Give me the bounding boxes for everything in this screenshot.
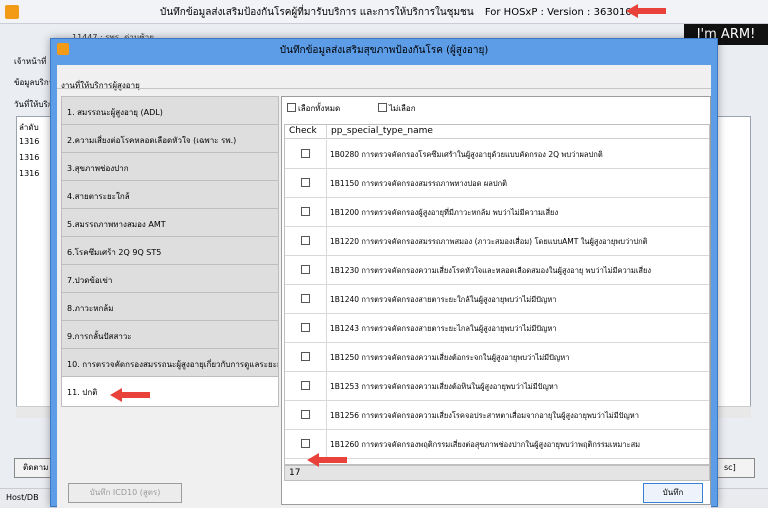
row-check-cell	[285, 285, 327, 313]
row-check-cell	[285, 198, 327, 226]
select-all-label: เลือกทั้งหมด	[298, 104, 341, 113]
row-check-cell	[285, 343, 327, 371]
header-type-name[interactable]: pp_special_type_name	[331, 126, 433, 136]
row-name: 1B1253 การตรวจคัดกรองความเสี่ยงต้อหินในผ…	[330, 382, 558, 391]
table-row[interactable]: 1B1243 การตรวจคัดกรองสายตาระยะไกลในผู้สู…	[285, 314, 709, 343]
table-row[interactable]: 1B1220 การตรวจคัดกรองสมรรถภาพสมอง (ภาวะส…	[285, 227, 709, 256]
table-row[interactable]: 1B1200 การตรวจคัดกรองผู้สูงอายุที่มีภาวะ…	[285, 198, 709, 227]
app-icon	[5, 5, 19, 19]
grid-header: Check pp_special_type_name	[285, 125, 709, 139]
row-checkbox[interactable]	[301, 178, 310, 187]
row-name: 1B1256 การตรวจคัดกรองความเสี่ยงโรคจอประส…	[330, 411, 639, 420]
table-row[interactable]: 1B1230 การตรวจคัดกรองความเสี่ยงโรคหัวใจแ…	[285, 256, 709, 285]
row-checkbox[interactable]	[301, 149, 310, 158]
status-text: Host/DB	[6, 493, 39, 502]
row-name: 1B1243 การตรวจคัดกรองสายตาระยะไกลในผู้สู…	[330, 324, 557, 333]
menu-item-fall-risk[interactable]: 8.ภาวะหกล้ม	[61, 292, 279, 321]
header-check[interactable]: Check	[289, 126, 317, 136]
service-menu: 1. สมรรถนะผู้สูงอายุ (ADL) 2.ความเสี่ยงต…	[61, 96, 279, 481]
row-name: 1B1150 การตรวจคัดกรองสมรรถภาพทางปอด ผลปก…	[330, 179, 508, 188]
row-count: 17	[289, 468, 301, 478]
version-text: For HOSxP : Version : 3630108	[484, 7, 639, 18]
escape-button[interactable]: sc]	[715, 458, 755, 478]
staff-label: เจ้าหน้าที่	[14, 57, 47, 66]
row-checkbox[interactable]	[301, 323, 310, 332]
table-row[interactable]: 1B1250 การตรวจคัดกรองความเสี่ยงต้อกระจกใ…	[285, 343, 709, 372]
row-check-cell	[285, 372, 327, 400]
main-grid-row[interactable]: 1316	[19, 169, 39, 178]
follow-up-button[interactable]: ติดตาม	[14, 458, 54, 478]
checkbox-icon	[378, 103, 387, 112]
row-checkbox[interactable]	[301, 294, 310, 303]
row-check-cell	[285, 401, 327, 429]
row-checkbox[interactable]	[301, 381, 310, 390]
menu-item-amt[interactable]: 5.สมรรถภาพทางสมอง AMT	[61, 208, 279, 237]
menu-item-long-term-care[interactable]: 10. การตรวจคัดกรองสมรรถนะผู้สูงอายุเกี่ย…	[61, 348, 279, 377]
row-name: 1B1240 การตรวจคัดกรองสายตาระยะใกล้ในผู้ส…	[330, 295, 557, 304]
row-name: 1B1260 การตรวจคัดกรองพฤติกรรมเสี่ยงต่อสุ…	[330, 440, 641, 449]
table-row[interactable]: 1B1150 การตรวจคัดกรองสมรรถภาพทางปอด ผลปก…	[285, 169, 709, 198]
menu-item-oral-health[interactable]: 3.สุขภาพช่องปาก	[61, 152, 279, 181]
main-grid-row[interactable]: 1316	[19, 153, 39, 162]
row-checkbox[interactable]	[301, 410, 310, 419]
menu-item-depression[interactable]: 6.โรคซึมเศร้า 2Q 9Q ST5	[61, 236, 279, 265]
header-divider	[326, 125, 327, 139]
group-caption: งานที่ให้บริการผู้สูงอายุ	[61, 81, 140, 90]
main-window-title: บันทึกข้อมูลส่งเสริมป้องกันโรคผู้ที่มารั…	[160, 5, 638, 20]
menu-item-adl[interactable]: 1. สมรรถนะผู้สูงอายุ (ADL)	[61, 96, 279, 125]
annotation-arrow-icon	[108, 386, 152, 404]
select-none-checkbox[interactable]: ไม่เลือก	[378, 102, 416, 115]
table-row[interactable]: 1B0280 การตรวจคัดกรองโรคซึมเศร้าในผู้สูง…	[285, 140, 709, 169]
main-title-text: บันทึกข้อมูลส่งเสริมป้องกันโรคผู้ที่มารั…	[160, 7, 474, 18]
checkbox-icon	[287, 103, 296, 112]
dialog-titlebar[interactable]: บันทึกข้อมูลส่งเสริมสุขภาพป้องกันโรค (ผู…	[51, 39, 717, 59]
elderly-health-dialog: บันทึกข้อมูลส่งเสริมสุขภาพป้องกันโรค (ผู…	[50, 38, 718, 508]
row-check-cell	[285, 256, 327, 284]
row-checkbox[interactable]	[301, 439, 310, 448]
main-grid-row[interactable]: 1316	[19, 137, 39, 146]
row-check-cell	[285, 227, 327, 255]
row-check-cell	[285, 314, 327, 342]
row-check-cell	[285, 140, 327, 168]
row-checkbox[interactable]	[301, 207, 310, 216]
select-all-checkbox[interactable]: เลือกทั้งหมด	[287, 102, 340, 115]
menu-item-cvd-risk[interactable]: 2.ความเสี่ยงต่อโรคหลอดเลือดหัวใจ (เฉพาะ …	[61, 124, 279, 153]
row-name: 1B1250 การตรวจคัดกรองความเสี่ยงต้อกระจกใ…	[330, 353, 570, 362]
dialog-body: งานที่ให้บริการผู้สูงอายุ 1. สมรรถนะผู้ส…	[57, 65, 711, 508]
row-name: 1B1230 การตรวจคัดกรองความเสี่ยงโรคหัวใจแ…	[330, 266, 652, 275]
row-checkbox[interactable]	[301, 352, 310, 361]
annotation-arrow-icon	[624, 2, 668, 20]
menu-item-near-vision[interactable]: 4.สายตาระยะใกล้	[61, 180, 279, 209]
row-name: 1B1200 การตรวจคัดกรองผู้สูงอายุที่มีภาวะ…	[330, 208, 559, 217]
save-icd10-button[interactable]: บันทึก ICD10 (สูตร)	[68, 483, 182, 503]
menu-item-incontinence[interactable]: 9.การกลั้นปัสสาวะ	[61, 320, 279, 349]
select-none-label: ไม่เลือก	[389, 104, 416, 113]
menu-item-knee-pain[interactable]: 7.ปวดข้อเข่า	[61, 264, 279, 293]
row-checkbox[interactable]	[301, 265, 310, 274]
group-divider	[57, 88, 711, 89]
row-name: 1B1220 การตรวจคัดกรองสมรรถภาพสมอง (ภาวะส…	[330, 237, 648, 246]
dialog-title: บันทึกข้อมูลส่งเสริมสุขภาพป้องกันโรค (ผู…	[279, 45, 489, 56]
main-grid-header: ลำดับ	[19, 123, 39, 132]
row-checkbox[interactable]	[301, 236, 310, 245]
menu-item-normal[interactable]: 11. ปกติ	[61, 376, 279, 407]
screening-grid: Check pp_special_type_name 1B0280 การตรว…	[284, 124, 710, 465]
annotation-arrow-icon	[305, 451, 349, 469]
table-row[interactable]: 1B1240 การตรวจคัดกรองสายตาระยะใกล้ในผู้ส…	[285, 285, 709, 314]
table-row[interactable]: 1B1256 การตรวจคัดกรองความเสี่ยงโรคจอประส…	[285, 401, 709, 430]
screening-panel: เลือกทั้งหมด ไม่เลือก Check pp_special_t…	[281, 96, 711, 505]
row-check-cell	[285, 169, 327, 197]
row-name: 1B0280 การตรวจคัดกรองโรคซึมเศร้าในผู้สูง…	[330, 150, 603, 159]
table-row[interactable]: 1B1253 การตรวจคัดกรองความเสี่ยงต้อหินในผ…	[285, 372, 709, 401]
save-button[interactable]: บันทึก	[643, 483, 703, 503]
